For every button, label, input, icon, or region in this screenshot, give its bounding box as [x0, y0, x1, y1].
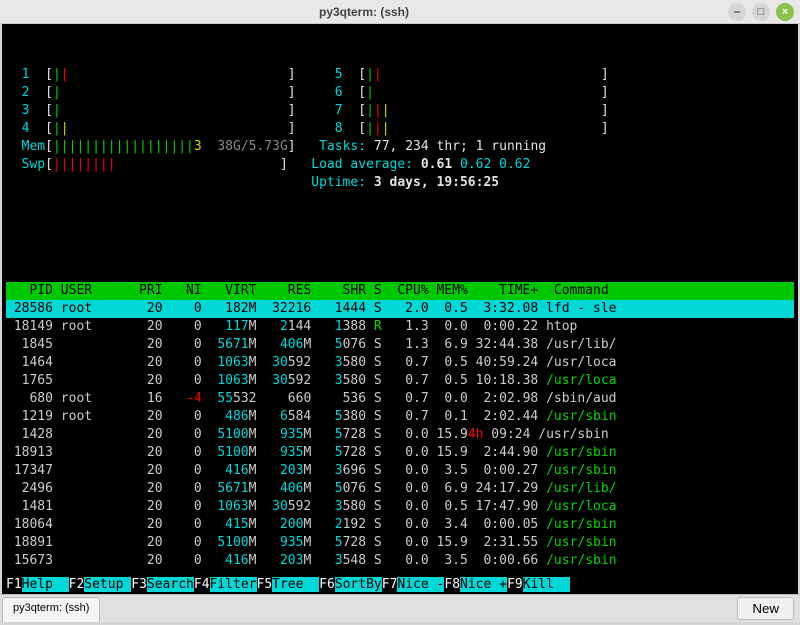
terminal-view[interactable]: 1 [|| ] 5 [|| ] 2 [| ] 6 [| ] 3 [| ] 7 [… [2, 24, 798, 594]
tab-bar: py3qterm: (ssh) New [0, 594, 800, 622]
window-title: py3qterm: (ssh) [6, 5, 722, 19]
cpu-meter-row: 2 [| ] 6 [| ] [6, 84, 794, 102]
process-row[interactable]: 18064 20 0 415M 200M 2192 S 0.0 3.4 0:00… [6, 516, 794, 534]
fnlabel-F1[interactable]: Help [22, 577, 69, 592]
process-row[interactable]: 680 root 16 -4 55532 660 536 S 0.7 0.0 2… [6, 390, 794, 408]
fnkey-F5[interactable]: F5 [257, 577, 273, 592]
close-button[interactable]: × [776, 3, 794, 21]
fnlabel-F2[interactable]: Setup [84, 577, 131, 592]
fnkey-F8[interactable]: F8 [444, 577, 460, 592]
process-row[interactable]: 18913 20 0 5100M 935M 5728 S 0.0 15.9 2:… [6, 444, 794, 462]
fnkey-F3[interactable]: F3 [131, 577, 147, 592]
process-row[interactable]: 18891 20 0 5100M 935M 5728 S 0.0 15.9 2:… [6, 534, 794, 552]
process-row[interactable]: 1219 root 20 0 486M 6584 5380 S 0.7 0.1 … [6, 408, 794, 426]
process-row[interactable]: 2496 20 0 5671M 406M 5076 S 0.0 6.9 24:1… [6, 480, 794, 498]
fnkey-F9[interactable]: F9 [507, 577, 523, 592]
new-tab-button[interactable]: New [737, 597, 794, 620]
process-row[interactable]: 1481 20 0 1063M 30592 3580 S 0.0 0.5 17:… [6, 498, 794, 516]
process-row[interactable]: 15673 20 0 416M 203M 3548 S 0.0 3.5 0:00… [6, 552, 794, 570]
process-row[interactable]: 1845 20 0 5671M 406M 5076 S 1.3 6.9 32:4… [6, 336, 794, 354]
process-row[interactable]: 17347 20 0 416M 203M 3696 S 0.0 3.5 0:00… [6, 462, 794, 480]
minimize-button[interactable]: ‒ [728, 3, 746, 21]
cpu-meter-row: 3 [| ] 7 [||| ] [6, 102, 794, 120]
fnlabel-F9[interactable]: Kill [523, 577, 570, 592]
process-row[interactable]: 28586 root 20 0 182M 32216 1444 S 2.0 0.… [6, 300, 794, 318]
fnlabel-F7[interactable]: Nice - [397, 577, 444, 592]
fnkey-F1[interactable]: F1 [6, 577, 22, 592]
tab-terminal-0[interactable]: py3qterm: (ssh) [2, 597, 100, 622]
fnlabel-F3[interactable]: Search [147, 577, 194, 592]
fnlabel-F5[interactable]: Tree [272, 577, 319, 592]
fnkey-F2[interactable]: F2 [69, 577, 85, 592]
fnkey-F4[interactable]: F4 [194, 577, 210, 592]
cpu-meter-row: 4 [|| ] 8 [||| ] [6, 120, 794, 138]
function-key-bar: F1Help F2Setup F3SearchF4FilterF5Tree F6… [6, 576, 794, 594]
fnlabel-F8[interactable]: Nice + [460, 577, 507, 592]
fnlabel-F4[interactable]: Filter [210, 577, 257, 592]
process-row[interactable]: 1428 20 0 5100M 935M 5728 S 0.0 15.94h 0… [6, 426, 794, 444]
maximize-button[interactable]: □ [752, 3, 770, 21]
window-titlebar: py3qterm: (ssh) ‒ □ × [0, 0, 800, 24]
fnkey-F6[interactable]: F6 [319, 577, 335, 592]
swap-meter: Swp[|||||||| ] Load average: 0.61 0.62 0… [6, 156, 794, 174]
fnlabel-F6[interactable]: SortBy [335, 577, 382, 592]
cpu-meter-row: 1 [|| ] 5 [|| ] [6, 66, 794, 84]
process-row[interactable]: 18149 root 20 0 117M 2144 1388 R 1.3 0.0… [6, 318, 794, 336]
process-header[interactable]: PID USER PRI NI VIRT RES SHR S CPU% MEM%… [6, 282, 794, 300]
mem-meter: Mem[||||||||||||||||||3 38G/5.73G] Tasks… [6, 138, 794, 156]
process-row[interactable]: 1464 20 0 1063M 30592 3580 S 0.7 0.5 40:… [6, 354, 794, 372]
fnkey-F7[interactable]: F7 [382, 577, 398, 592]
process-row[interactable]: 1765 20 0 1063M 30592 3580 S 0.7 0.5 10:… [6, 372, 794, 390]
uptime: Uptime: 3 days, 19:56:25 [6, 174, 794, 192]
